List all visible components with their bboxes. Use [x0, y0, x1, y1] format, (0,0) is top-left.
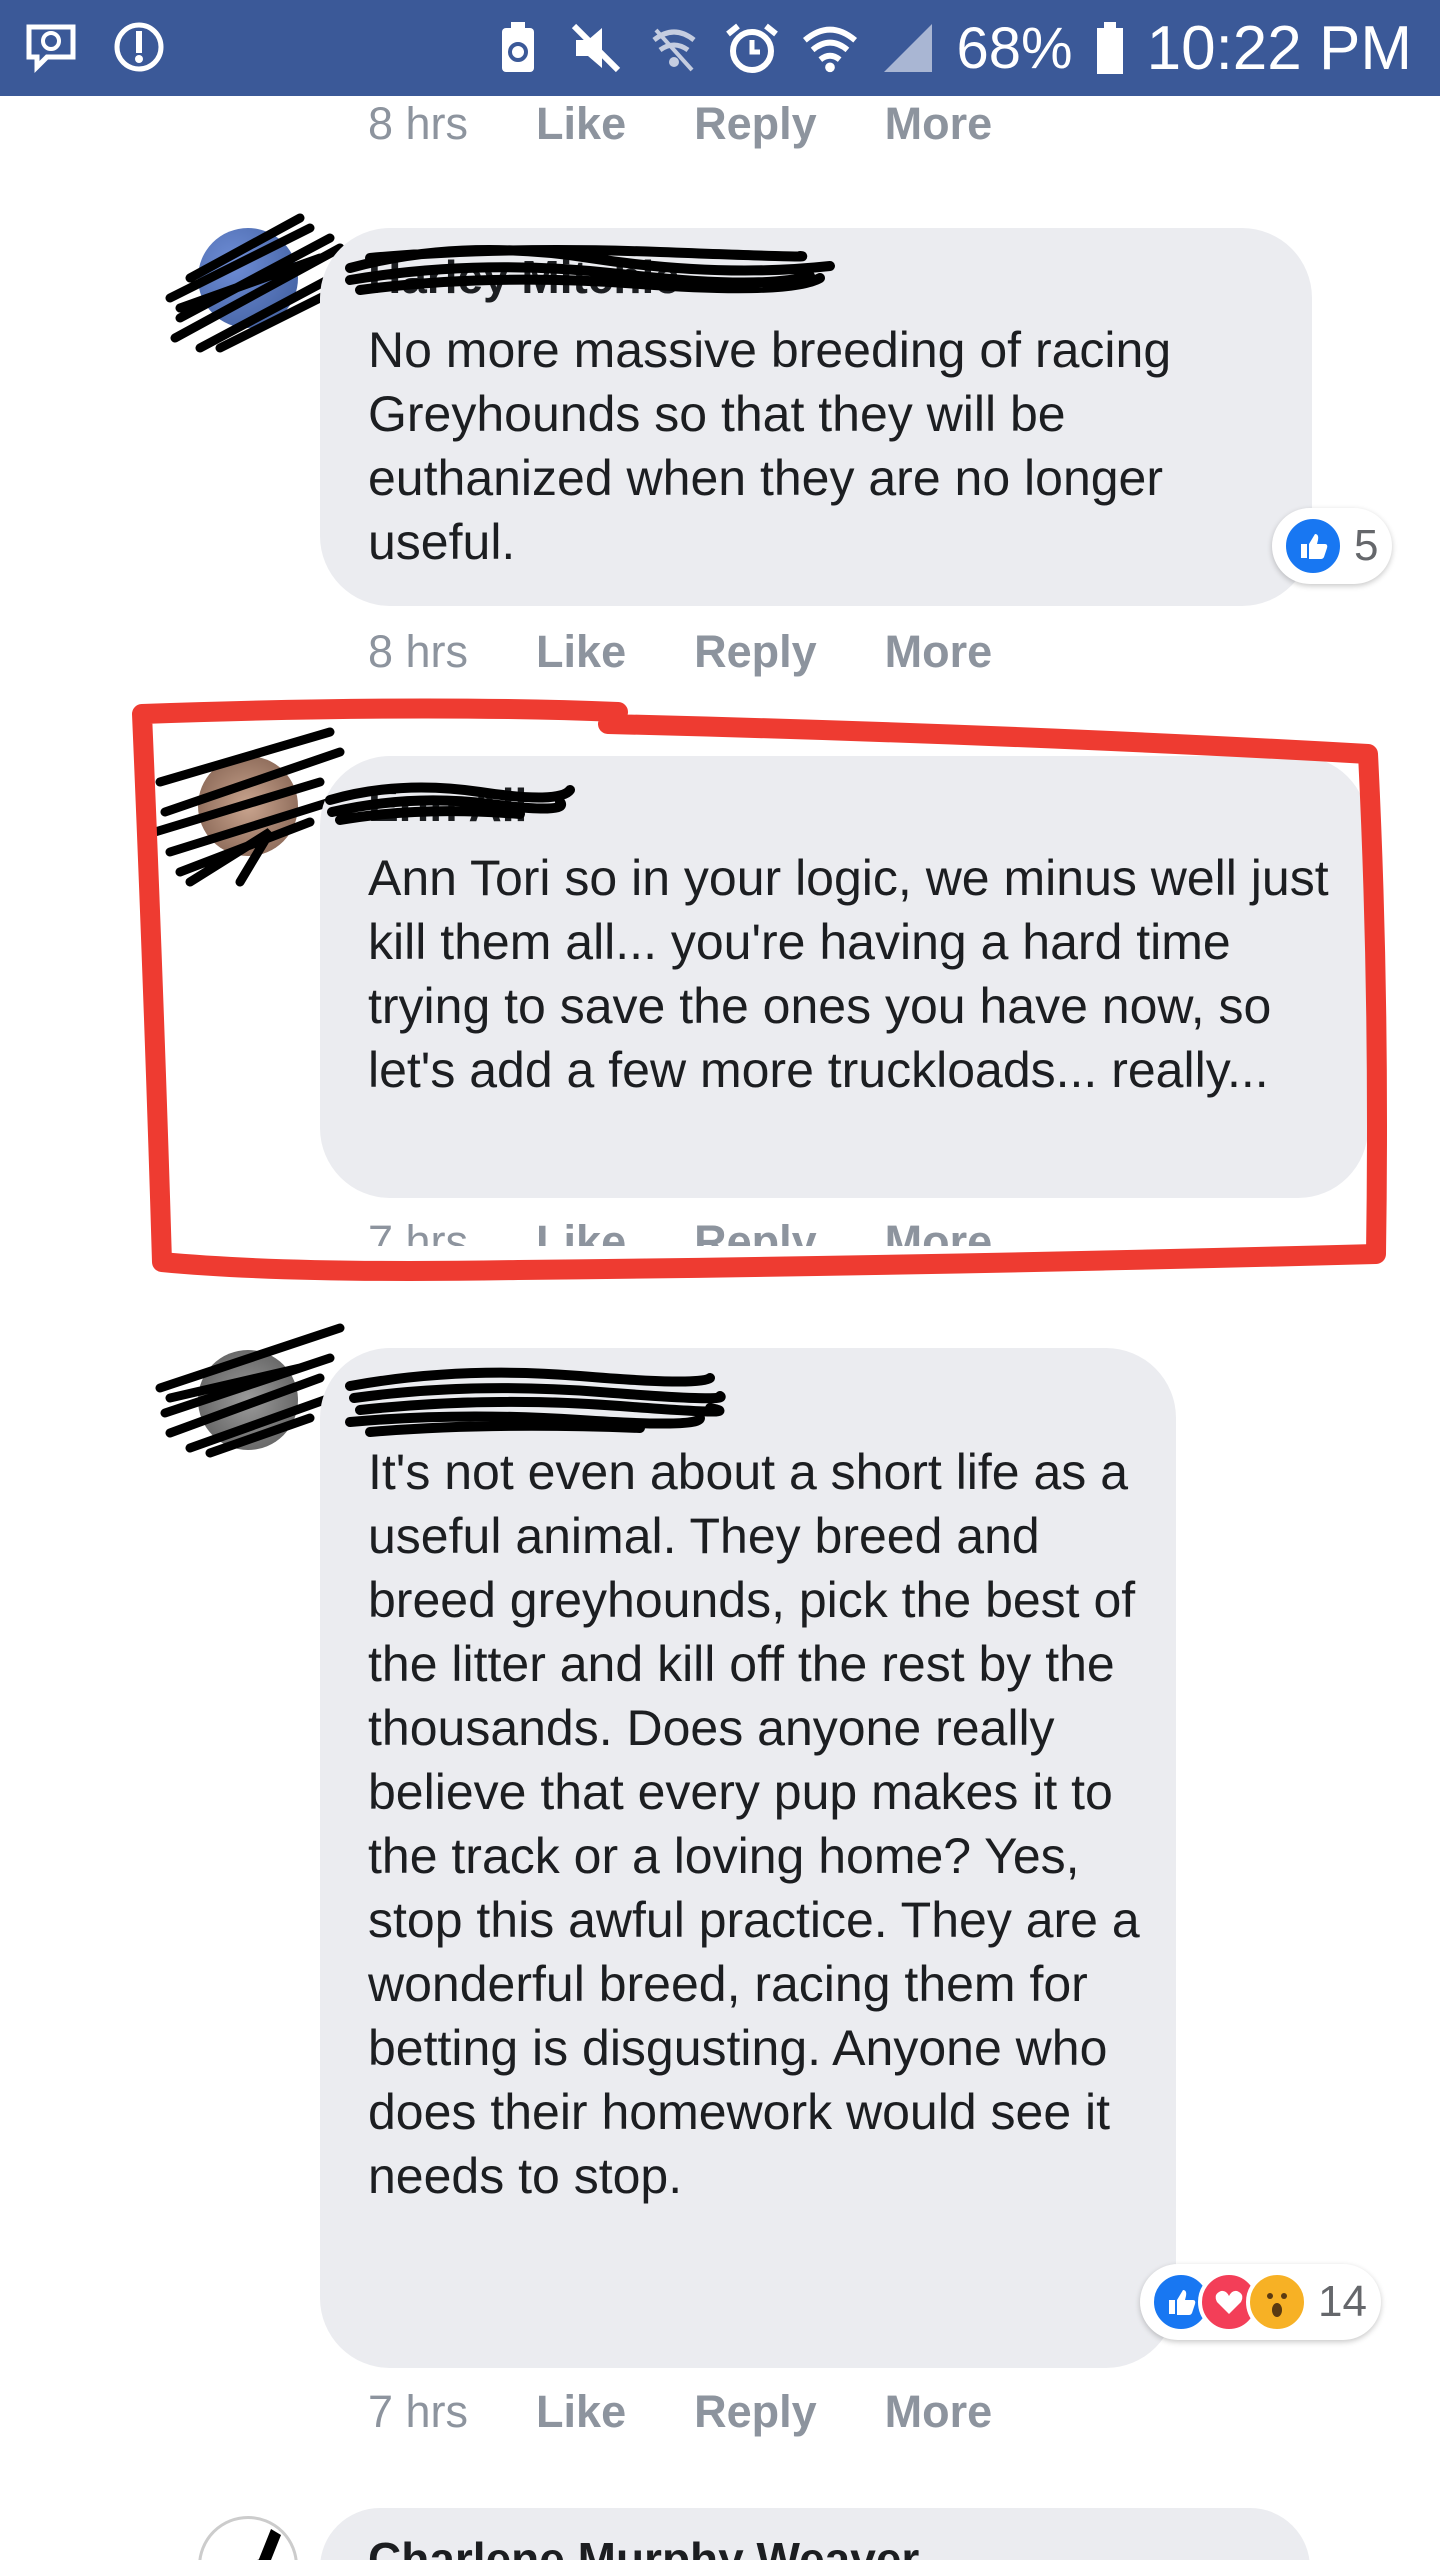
like-icon	[1282, 515, 1344, 577]
clock: 10:22 PM	[1146, 13, 1412, 83]
battery-icon	[1093, 19, 1127, 77]
no-signal-icon	[645, 19, 703, 77]
status-left-icons	[22, 18, 168, 76]
alarm-icon	[723, 19, 781, 77]
more-button[interactable]: More	[885, 2386, 993, 2438]
reaction-count: 5	[1354, 521, 1379, 570]
reply-button[interactable]: Reply	[694, 626, 817, 678]
comment-timestamp: 7 hrs	[368, 2386, 469, 2437]
like-button[interactable]: Like	[536, 98, 626, 150]
wow-icon	[1246, 2271, 1308, 2333]
author-redaction-scribble	[345, 1367, 726, 1437]
comment-actions: 8 hrs Like Reply More	[368, 98, 1060, 150]
comment-timestamp: 8 hrs	[368, 98, 469, 149]
recycle-battery-icon	[489, 19, 547, 77]
comment-actions: 8 hrs Like Reply More	[368, 626, 1060, 678]
author-redaction-scribble	[345, 245, 835, 295]
avatar-image	[257, 2529, 281, 2560]
comment-actions: 7 hrs Like Reply More	[368, 2386, 1060, 2438]
status-right-icons: 68% 10:22 PM	[489, 0, 1412, 96]
battery-percent: 68%	[956, 15, 1073, 81]
messenger-icon	[22, 18, 80, 76]
reply-button[interactable]: Reply	[694, 98, 817, 150]
reaction-summary[interactable]: 5	[1272, 508, 1393, 584]
avatar[interactable]	[198, 2516, 298, 2560]
status-bar: 68% 10:22 PM	[0, 0, 1440, 96]
comment-author[interactable]: Charlene Murphy Weaver	[368, 2532, 919, 2560]
more-button[interactable]: More	[885, 626, 993, 678]
reaction-count: 14	[1318, 2277, 1367, 2326]
comment-text: It's not even about a short life as a us…	[368, 1444, 1140, 2204]
mute-icon	[567, 19, 625, 77]
cell-signal-icon	[879, 19, 937, 77]
reply-button[interactable]: Reply	[694, 2386, 817, 2438]
wifi-icon	[801, 19, 859, 77]
like-button[interactable]: Like	[536, 626, 626, 678]
like-button[interactable]: Like	[536, 2386, 626, 2438]
comment-timestamp: 8 hrs	[368, 626, 469, 677]
reaction-summary[interactable]: 14	[1140, 2264, 1381, 2340]
highlight-annotation	[132, 698, 1387, 1281]
comment-text: No more massive breeding of racing Greyh…	[368, 322, 1172, 570]
antenna-icon	[110, 18, 168, 76]
more-button[interactable]: More	[885, 98, 993, 150]
